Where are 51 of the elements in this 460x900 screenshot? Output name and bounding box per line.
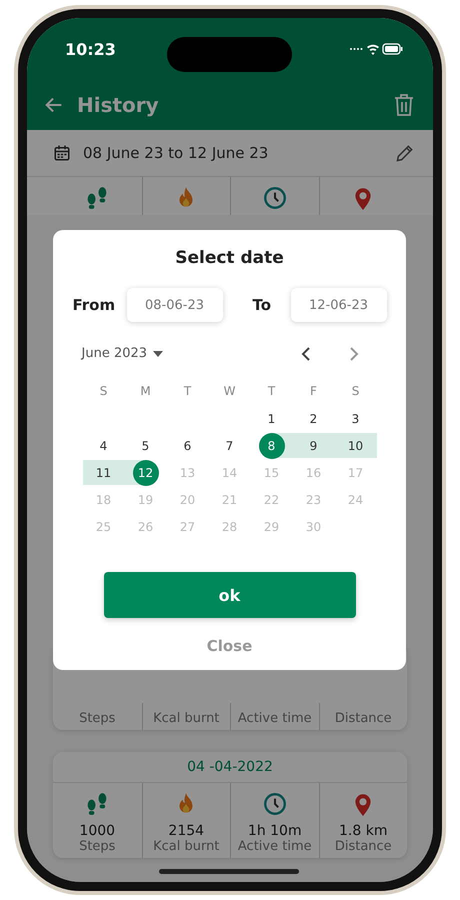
screen-title: History [77,93,160,117]
to-date-field[interactable]: 12-06-23 [290,288,386,322]
weekday-label: M [139,383,152,400]
close-button[interactable]: Close [200,636,258,656]
weekday-label: F [309,383,318,400]
date-range-text: 08 June 23 to 12 June 23 [83,144,270,162]
calendar-icon [53,144,71,162]
stat-label: Kcal burnt [153,711,220,726]
ok-button[interactable]: ok [104,572,356,618]
status-icons [349,42,403,56]
calendar-day[interactable]: 10 [342,432,368,458]
calendar-day[interactable]: 1 [258,406,284,432]
clock-icon [262,185,288,211]
status-time: 10:23 [65,40,116,58]
caret-icon [153,350,164,356]
trash-icon[interactable] [393,93,415,117]
to-label: To [252,296,272,314]
calendar-day[interactable]: 5 [132,432,158,458]
from-date-field[interactable]: 08-06-23 [126,288,222,322]
stat-label: Steps [79,711,116,726]
stat-value: 1h 10m [248,823,302,839]
stat-value: 2154 [168,823,204,839]
clock-icon [262,791,288,817]
from-label: From [72,296,116,314]
stat-label: Distance [334,839,392,854]
stat-label: Active time [238,711,312,726]
calendar-day[interactable]: 11 [90,460,116,486]
stat-label: Active time [238,839,312,854]
month-dropdown[interactable]: June 2023 [82,346,282,361]
stat-label: Kcal burnt [153,839,220,854]
calendar-day[interactable]: 6 [174,432,200,458]
stat-value: 1000 [79,823,116,839]
calendar-day[interactable]: 3 [342,406,368,432]
calendar-day[interactable]: 4 [90,432,116,458]
weekday-label: T [266,383,276,400]
card-date: 04 -04-2022 [53,752,407,783]
stat-label: Steps [79,839,116,854]
calendar-day[interactable]: 2 [300,406,326,432]
pencil-icon[interactable] [395,143,415,163]
stat-label: Distance [334,711,392,726]
weekday-label: T [182,383,192,400]
calendar-day[interactable]: 9 [300,432,326,458]
stat-value: 1.8 km [339,823,388,839]
chevron-right-icon [348,346,358,360]
dialog-title: Select date [175,248,284,268]
weekday-label: W [222,383,236,400]
weekday-label: S [350,383,360,400]
chevron-left-icon [300,346,310,360]
calendar-day[interactable]: 8 [258,432,284,458]
weekday-label: S [98,383,108,400]
calendar-day[interactable]: 7 [216,432,242,458]
